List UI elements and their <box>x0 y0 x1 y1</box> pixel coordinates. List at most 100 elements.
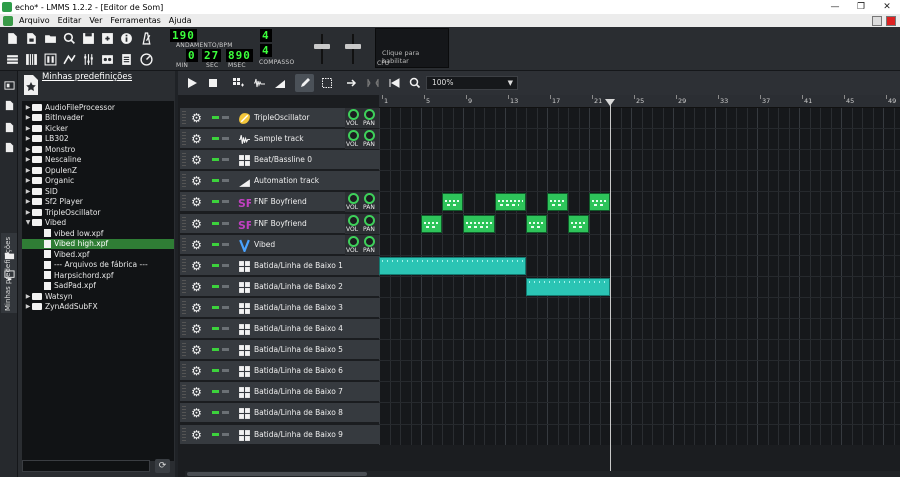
song-grid[interactable] <box>379 108 900 445</box>
solo-toggle[interactable] <box>222 284 229 288</box>
track-drag-grip[interactable] <box>182 322 186 336</box>
solo-toggle[interactable] <box>222 179 229 183</box>
open-project-button[interactable] <box>42 30 59 47</box>
track-drag-grip[interactable] <box>182 132 186 147</box>
mute-toggle[interactable] <box>212 284 219 288</box>
mdi-window-icon[interactable] <box>3 15 13 26</box>
menu-ver[interactable]: Ver <box>85 16 106 25</box>
pan-knob[interactable] <box>364 193 375 205</box>
tree-folder[interactable]: ▶ Sf2 Player <box>22 197 174 208</box>
mute-toggle[interactable] <box>212 348 219 352</box>
chevron-right-icon[interactable]: ▶ <box>24 156 32 163</box>
track-row[interactable]: ⚙ Batida/Linha de Baixo 1 <box>180 255 379 276</box>
mute-toggle[interactable] <box>212 305 219 309</box>
tree-folder[interactable]: ▶ BitInvader <box>22 113 174 124</box>
time-signature-denominator[interactable]: 4 <box>260 44 272 57</box>
mute-toggle[interactable] <box>212 263 219 267</box>
track-row[interactable]: ⚙ Batida/Linha de Baixo 3 <box>180 297 379 318</box>
master-pitch-slider[interactable] <box>343 32 363 66</box>
track-name[interactable]: Sample track <box>254 129 344 149</box>
refresh-button[interactable]: ⟳ <box>155 459 170 473</box>
samples-tab[interactable] <box>3 121 15 133</box>
track-name[interactable]: FNF Boyfriend <box>254 192 344 212</box>
tempo-display[interactable]: 190 <box>170 29 197 42</box>
mute-toggle[interactable] <box>212 200 219 204</box>
mute-toggle[interactable] <box>212 411 219 415</box>
tree-folder[interactable]: ▼ Vibed <box>22 218 174 229</box>
track-drag-grip[interactable] <box>182 300 186 315</box>
gear-icon[interactable]: ⚙ <box>190 217 203 231</box>
solo-toggle[interactable] <box>222 137 229 141</box>
mute-toggle[interactable] <box>212 116 219 119</box>
home-tab[interactable] <box>3 249 15 261</box>
gear-icon[interactable]: ⚙ <box>190 365 203 378</box>
track-row[interactable]: ⚙ Batida/Linha de Baixo 9 <box>180 424 379 445</box>
mute-toggle[interactable] <box>212 327 219 330</box>
chevron-right-icon[interactable]: ▶ <box>24 125 32 132</box>
chevron-right-icon[interactable]: ▶ <box>24 104 32 111</box>
mdi-close-button[interactable] <box>886 15 896 26</box>
solo-toggle[interactable] <box>222 348 229 352</box>
mute-toggle[interactable] <box>212 221 219 225</box>
solo-toggle[interactable] <box>222 263 229 267</box>
tree-folder[interactable]: ▶ ZynAddSubFX <box>22 302 174 313</box>
loop-points-button[interactable] <box>363 74 382 92</box>
tree-file[interactable]: Harpsichord.xpf <box>22 270 174 281</box>
solo-toggle[interactable] <box>222 200 229 204</box>
volume-knob[interactable] <box>348 193 359 205</box>
track-name[interactable]: Batida/Linha de Baixo 3 <box>254 298 344 318</box>
track-drag-grip[interactable] <box>182 427 186 442</box>
metronome-button[interactable] <box>138 30 155 47</box>
tree-folder[interactable]: ▶ Watsyn <box>22 291 174 302</box>
track-row[interactable]: ⚙ Batida/Linha de Baixo 6 <box>180 361 379 382</box>
solo-toggle[interactable] <box>222 221 229 225</box>
mute-toggle[interactable] <box>212 432 219 436</box>
track-row[interactable]: ⚙ Batida/Linha de Baixo 2 <box>180 276 379 297</box>
track-drag-grip[interactable] <box>182 216 186 231</box>
pattern-clip[interactable] <box>589 193 610 212</box>
master-volume-slider[interactable] <box>312 32 332 66</box>
track-name[interactable]: Batida/Linha de Baixo 9 <box>254 425 344 445</box>
pattern-clip[interactable] <box>547 193 568 212</box>
piano-roll-toggle[interactable] <box>42 51 59 68</box>
pattern-clip[interactable] <box>526 214 547 233</box>
menu-ferramentas[interactable]: Ferramentas <box>106 16 164 25</box>
menu-ajuda[interactable]: Ajuda <box>165 16 196 25</box>
beat-bassline-editor-toggle[interactable] <box>23 51 40 68</box>
track-name[interactable]: Batida/Linha de Baixo 2 <box>254 277 344 297</box>
pattern-clip[interactable] <box>568 214 589 233</box>
gear-icon[interactable]: ⚙ <box>190 259 203 273</box>
scrollbar-thumb[interactable] <box>187 472 367 476</box>
pan-knob[interactable] <box>364 235 375 247</box>
solo-toggle[interactable] <box>222 158 229 162</box>
track-row[interactable]: ⚙ Batida/Linha de Baixo 7 <box>180 382 379 403</box>
tree-folder[interactable]: ▶ LB302 <box>22 134 174 145</box>
track-drag-grip[interactable] <box>182 406 186 421</box>
gear-icon[interactable]: ⚙ <box>190 196 203 209</box>
cpu-meter[interactable]: Clique para habilitar CPU <box>375 28 449 68</box>
draw-mode-button[interactable] <box>295 74 314 92</box>
tree-folder[interactable]: ▶ AudioFileProcessor <box>22 102 174 113</box>
beat-bassline-clip[interactable] <box>379 256 526 275</box>
mute-toggle[interactable] <box>212 158 219 162</box>
gear-icon[interactable]: ⚙ <box>190 175 203 188</box>
export-project-button[interactable] <box>99 30 116 47</box>
track-name[interactable]: Automation track <box>254 171 344 191</box>
tree-folder[interactable]: ▶ TripleOscillator <box>22 207 174 218</box>
solo-toggle[interactable] <box>222 369 229 373</box>
timeline-ruler[interactable]: 1 5 9 13 17 21 25 29 33 37 41 45 49 <box>379 95 900 108</box>
stop-behaviour-button[interactable] <box>384 74 403 92</box>
tree-folder[interactable]: ▶ OpulenZ <box>22 165 174 176</box>
volume-knob[interactable] <box>348 235 359 247</box>
tree-file[interactable]: Vibed.xpf <box>22 249 174 260</box>
solo-toggle[interactable] <box>222 432 229 436</box>
track-name[interactable]: FNF Boyfriend <box>254 214 344 234</box>
presets-tab[interactable] <box>3 141 15 153</box>
track-row[interactable]: ⚙ Batida/Linha de Baixo 5 <box>180 340 379 361</box>
mute-toggle[interactable] <box>212 390 219 394</box>
master-volume-knob[interactable] <box>314 44 330 49</box>
pattern-clip[interactable] <box>463 214 495 233</box>
save-project-button[interactable] <box>80 30 97 47</box>
gear-icon[interactable]: ⚙ <box>190 407 203 420</box>
tree-folder[interactable]: ▶ Nescaline <box>22 155 174 166</box>
